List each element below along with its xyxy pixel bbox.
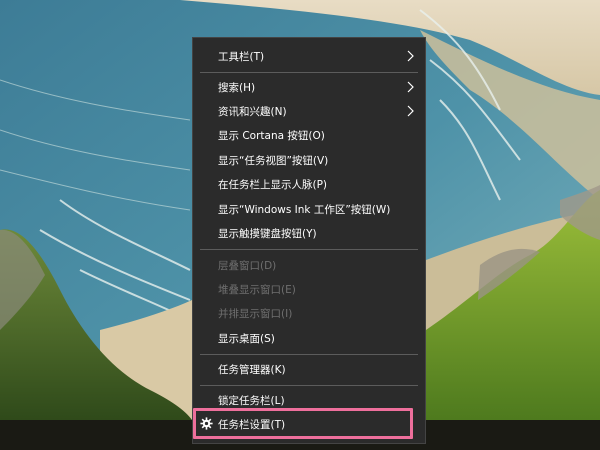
menu-separator: [200, 249, 418, 250]
menu-item-label: 任务管理器(K): [218, 363, 286, 376]
menu-separator: [200, 354, 418, 355]
menu-item-lock-taskbar[interactable]: 锁定任务栏(L): [193, 389, 425, 411]
menu-item-label: 显示桌面(S): [218, 332, 275, 345]
menu-item-show-desktop[interactable]: 显示桌面(S): [193, 327, 425, 349]
menu-item-label: 层叠窗口(D): [218, 259, 277, 272]
chevron-right-icon: [407, 105, 414, 117]
menu-separator: [200, 72, 418, 73]
menu-item-label: 搜索(H): [218, 81, 256, 94]
menu-item-label: 堆叠显示窗口(E): [218, 283, 296, 296]
taskbar-context-menu: 工具栏(T) 搜索(H) 资讯和兴趣(N) 显示 Cortana 按钮(O) 显…: [192, 37, 426, 444]
menu-item-label: 显示触摸键盘按钮(Y): [218, 227, 317, 240]
menu-item-show-people[interactable]: 在任务栏上显示人脉(P): [193, 173, 425, 195]
gear-icon: [200, 417, 213, 430]
menu-item-cascade-windows: 层叠窗口(D): [193, 254, 425, 276]
menu-item-show-touch-keyboard[interactable]: 显示触摸键盘按钮(Y): [193, 222, 425, 244]
menu-item-label: 工具栏(T): [218, 50, 265, 63]
menu-item-side-by-side-windows: 并排显示窗口(I): [193, 302, 425, 324]
menu-item-show-windows-ink[interactable]: 显示“Windows Ink 工作区”按钮(W): [193, 198, 425, 220]
chevron-right-icon: [407, 81, 414, 93]
menu-item-show-task-view[interactable]: 显示“任务视图”按钮(V): [193, 149, 425, 171]
menu-item-label: 任务栏设置(T): [218, 418, 286, 431]
menu-item-task-manager[interactable]: 任务管理器(K): [193, 358, 425, 380]
menu-item-label: 锁定任务栏(L): [218, 394, 285, 407]
menu-item-label: 显示“Windows Ink 工作区”按钮(W): [218, 203, 391, 216]
menu-item-show-cortana[interactable]: 显示 Cortana 按钮(O): [193, 124, 425, 146]
menu-item-label: 在任务栏上显示人脉(P): [218, 178, 328, 191]
menu-item-toolbars[interactable]: 工具栏(T): [193, 45, 425, 67]
menu-separator: [200, 385, 418, 386]
menu-item-label: 显示“任务视图”按钮(V): [218, 154, 329, 167]
menu-item-label: 显示 Cortana 按钮(O): [218, 129, 325, 142]
menu-item-news-interests[interactable]: 资讯和兴趣(N): [193, 100, 425, 122]
menu-item-label: 资讯和兴趣(N): [218, 105, 287, 118]
menu-item-stack-windows: 堆叠显示窗口(E): [193, 278, 425, 300]
chevron-right-icon: [407, 50, 414, 62]
menu-item-label: 并排显示窗口(I): [218, 307, 293, 320]
menu-item-search[interactable]: 搜索(H): [193, 76, 425, 98]
menu-item-taskbar-settings[interactable]: 任务栏设置(T): [193, 413, 425, 435]
